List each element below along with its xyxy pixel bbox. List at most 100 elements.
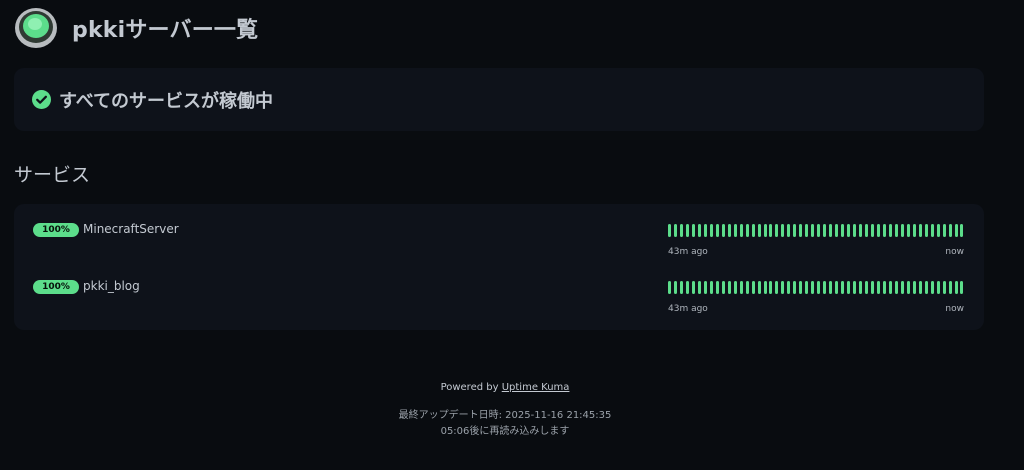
heartbeat-beat[interactable]: [781, 224, 785, 237]
heartbeat-beat[interactable]: [769, 224, 773, 237]
heartbeat-beat[interactable]: [948, 281, 952, 294]
heartbeat-beat[interactable]: [787, 281, 791, 294]
heartbeat-beat[interactable]: [870, 224, 874, 237]
heartbeat-beat[interactable]: [751, 224, 755, 237]
heartbeat-beat[interactable]: [691, 281, 695, 294]
heartbeat-beat[interactable]: [793, 224, 797, 237]
heartbeat-beat[interactable]: [781, 281, 785, 294]
heartbeat-beat[interactable]: [864, 224, 868, 237]
heartbeat-beat[interactable]: [709, 224, 713, 237]
heartbeat-beat[interactable]: [894, 224, 898, 237]
heartbeat-beat[interactable]: [757, 224, 761, 237]
heartbeat-beat[interactable]: [673, 224, 677, 237]
heartbeat-beat[interactable]: [912, 224, 916, 237]
heartbeat-beat[interactable]: [668, 224, 671, 237]
heartbeat-beat[interactable]: [882, 224, 886, 237]
heartbeat-beat[interactable]: [924, 281, 928, 294]
heartbeat-beat[interactable]: [668, 281, 671, 294]
heartbeat-beat[interactable]: [799, 224, 803, 237]
heartbeat-beat[interactable]: [727, 281, 731, 294]
heartbeat-beat[interactable]: [876, 224, 880, 237]
heartbeat-beat[interactable]: [817, 281, 821, 294]
heartbeat-beat[interactable]: [942, 281, 946, 294]
heartbeat-beat[interactable]: [757, 281, 761, 294]
heartbeat-beat[interactable]: [847, 224, 851, 237]
heartbeat-beat[interactable]: [775, 281, 779, 294]
heartbeat-beat[interactable]: [882, 281, 886, 294]
heartbeat-beat[interactable]: [853, 281, 857, 294]
heartbeat-beat[interactable]: [954, 224, 958, 237]
heartbeat-beat[interactable]: [906, 224, 910, 237]
heartbeat-beat[interactable]: [715, 224, 719, 237]
heartbeat-beat[interactable]: [853, 224, 857, 237]
heartbeat-beat[interactable]: [769, 281, 773, 294]
heartbeat-beat[interactable]: [763, 281, 767, 294]
heartbeat-beat[interactable]: [829, 224, 833, 237]
heartbeat-beat[interactable]: [823, 224, 827, 237]
heartbeat-beat[interactable]: [775, 224, 779, 237]
heartbeat-beat[interactable]: [912, 281, 916, 294]
heartbeat-beat[interactable]: [721, 224, 725, 237]
heartbeat-beat[interactable]: [906, 281, 910, 294]
heartbeat-beat[interactable]: [859, 224, 862, 237]
heartbeat-beat[interactable]: [793, 281, 797, 294]
heartbeat-beat[interactable]: [805, 281, 809, 294]
heartbeat-beat[interactable]: [739, 281, 743, 294]
heartbeat-beat[interactable]: [918, 224, 922, 237]
heartbeat-beat[interactable]: [811, 281, 815, 294]
heartbeat-beat[interactable]: [805, 224, 809, 237]
heartbeat-beat[interactable]: [703, 224, 707, 237]
heartbeat-beat[interactable]: [679, 281, 683, 294]
heartbeat-beat[interactable]: [841, 281, 845, 294]
heartbeat-beat[interactable]: [870, 281, 874, 294]
heartbeat-beat[interactable]: [685, 281, 689, 294]
heartbeat-beat[interactable]: [960, 281, 964, 294]
heartbeat-beat[interactable]: [721, 281, 725, 294]
heartbeat-beat[interactable]: [859, 281, 862, 294]
heartbeat-beat[interactable]: [709, 281, 713, 294]
heartbeat-beat[interactable]: [841, 224, 845, 237]
heartbeat-beat[interactable]: [697, 224, 701, 237]
heartbeat-beat[interactable]: [829, 281, 833, 294]
heartbeat-beat[interactable]: [673, 281, 677, 294]
heartbeat-beat[interactable]: [691, 224, 695, 237]
uptime-kuma-link[interactable]: Uptime Kuma: [502, 382, 570, 393]
heartbeat-beat[interactable]: [823, 281, 827, 294]
heartbeat-beat[interactable]: [918, 281, 922, 294]
heartbeat-beat[interactable]: [787, 224, 791, 237]
heartbeat-beat[interactable]: [954, 281, 958, 294]
heartbeat-beat[interactable]: [936, 281, 940, 294]
heartbeat-beat[interactable]: [739, 224, 743, 237]
heartbeat-beat[interactable]: [924, 224, 928, 237]
heartbeat-beat[interactable]: [727, 224, 731, 237]
heartbeat-beat[interactable]: [745, 224, 749, 237]
heartbeat-beat[interactable]: [763, 224, 767, 237]
heartbeat-beat[interactable]: [888, 224, 892, 237]
heartbeat-beat[interactable]: [679, 224, 683, 237]
heartbeat-beat[interactable]: [745, 281, 749, 294]
heartbeat-beat[interactable]: [894, 281, 898, 294]
heartbeat-beat[interactable]: [900, 281, 904, 294]
heartbeat-beat[interactable]: [948, 224, 952, 237]
heartbeat-beat[interactable]: [817, 224, 821, 237]
heartbeat-beat[interactable]: [811, 224, 815, 237]
heartbeat-beat[interactable]: [715, 281, 719, 294]
heartbeat-beat[interactable]: [930, 224, 934, 237]
heartbeat-beat[interactable]: [685, 224, 689, 237]
heartbeat-beat[interactable]: [900, 224, 904, 237]
heartbeat-beat[interactable]: [960, 224, 964, 237]
heartbeat-beat[interactable]: [942, 224, 946, 237]
heartbeat-beat[interactable]: [703, 281, 707, 294]
heartbeat-beat[interactable]: [930, 281, 934, 294]
heartbeat-beat[interactable]: [733, 281, 737, 294]
heartbeat-beat[interactable]: [835, 224, 839, 237]
heartbeat-beat[interactable]: [751, 281, 755, 294]
heartbeat-beat[interactable]: [864, 281, 868, 294]
heartbeat-beat[interactable]: [697, 281, 701, 294]
heartbeat-beat[interactable]: [847, 281, 851, 294]
heartbeat-beat[interactable]: [888, 281, 892, 294]
heartbeat-beat[interactable]: [799, 281, 803, 294]
heartbeat-beat[interactable]: [835, 281, 839, 294]
heartbeat-beat[interactable]: [936, 224, 940, 237]
heartbeat-beat[interactable]: [876, 281, 880, 294]
